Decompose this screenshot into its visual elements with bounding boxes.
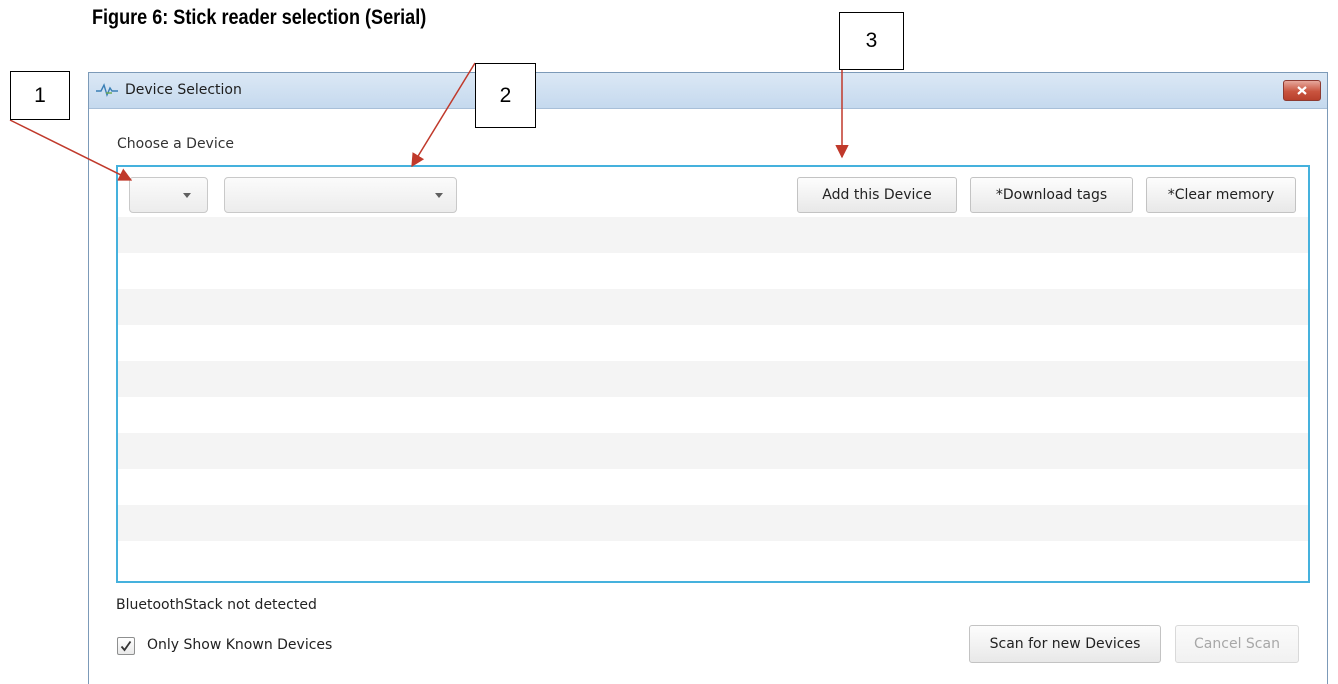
callout-2: 2 [475, 63, 536, 128]
callout-1: 1 [10, 71, 70, 120]
callout-1-arrow [9, 119, 133, 181]
callout-arrows [9, 62, 849, 181]
callout-3: 3 [839, 12, 904, 70]
callout-2-arrow [411, 62, 476, 168]
